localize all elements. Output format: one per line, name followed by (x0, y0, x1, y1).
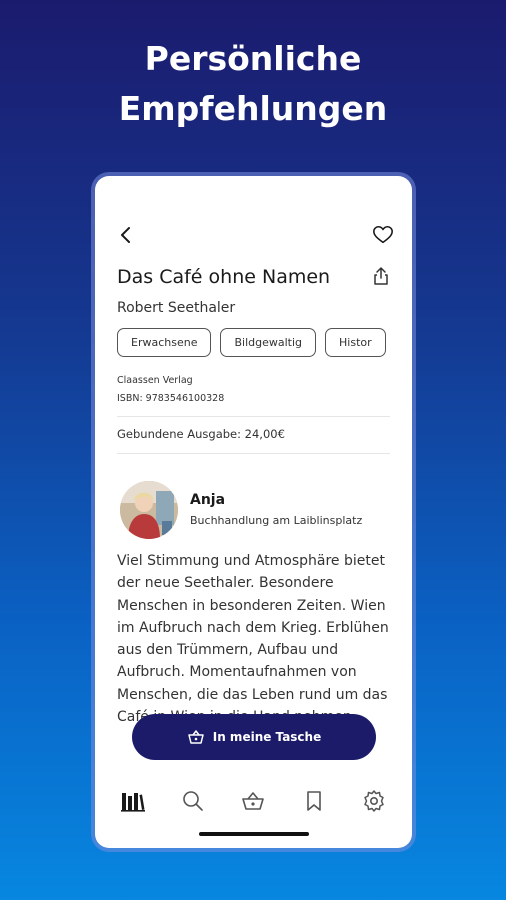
basket-icon (188, 730, 204, 744)
divider (117, 416, 390, 417)
headline: Persönliche Empfehlungen (0, 34, 506, 134)
tag-list: Erwachsene Bildgewaltig Histor (117, 328, 390, 358)
headline-line-1: Persönliche (144, 39, 362, 78)
add-to-bag-label: In meine Tasche (212, 730, 322, 744)
headline-line-2: Empfehlungen (118, 89, 388, 128)
nav-basket[interactable] (240, 788, 266, 814)
reviewer-shop: Buchhandlung am Laiblinsplatz (190, 514, 363, 527)
basket-icon (242, 792, 265, 810)
share-icon[interactable] (372, 266, 390, 286)
home-indicator[interactable] (199, 832, 309, 836)
bookmark-icon (306, 791, 321, 811)
publisher: Claassen Verlag (117, 375, 193, 386)
book-author: Robert Seethaler (117, 300, 236, 316)
nav-bookmarks[interactable] (301, 788, 327, 814)
add-to-bag-button[interactable]: In meine Tasche (132, 714, 376, 760)
nav-settings[interactable] (361, 788, 387, 814)
bottom-nav (95, 780, 412, 822)
back-icon[interactable] (115, 224, 137, 246)
nav-search[interactable] (180, 788, 206, 814)
settings-icon (364, 790, 384, 812)
isbn: ISBN: 9783546100328 (117, 393, 225, 404)
books-icon (121, 793, 146, 812)
heart-icon[interactable] (372, 224, 394, 246)
tag-chip[interactable]: Histor (325, 328, 386, 357)
tag-chip[interactable]: Bildgewaltig (220, 328, 317, 357)
nav-books[interactable] (120, 788, 146, 814)
top-bar (95, 216, 412, 256)
price: Gebundene Ausgabe: 24,00€ (117, 427, 285, 441)
book-title: Das Café ohne Namen (117, 266, 331, 288)
search-icon (183, 791, 204, 811)
reviewer-name: Anja (190, 492, 226, 508)
divider (117, 453, 390, 454)
avatar (120, 481, 178, 539)
phone-screen: Das Café ohne Namen Robert Seethaler Erw… (95, 176, 412, 848)
tag-chip[interactable]: Erwachsene (117, 328, 212, 357)
